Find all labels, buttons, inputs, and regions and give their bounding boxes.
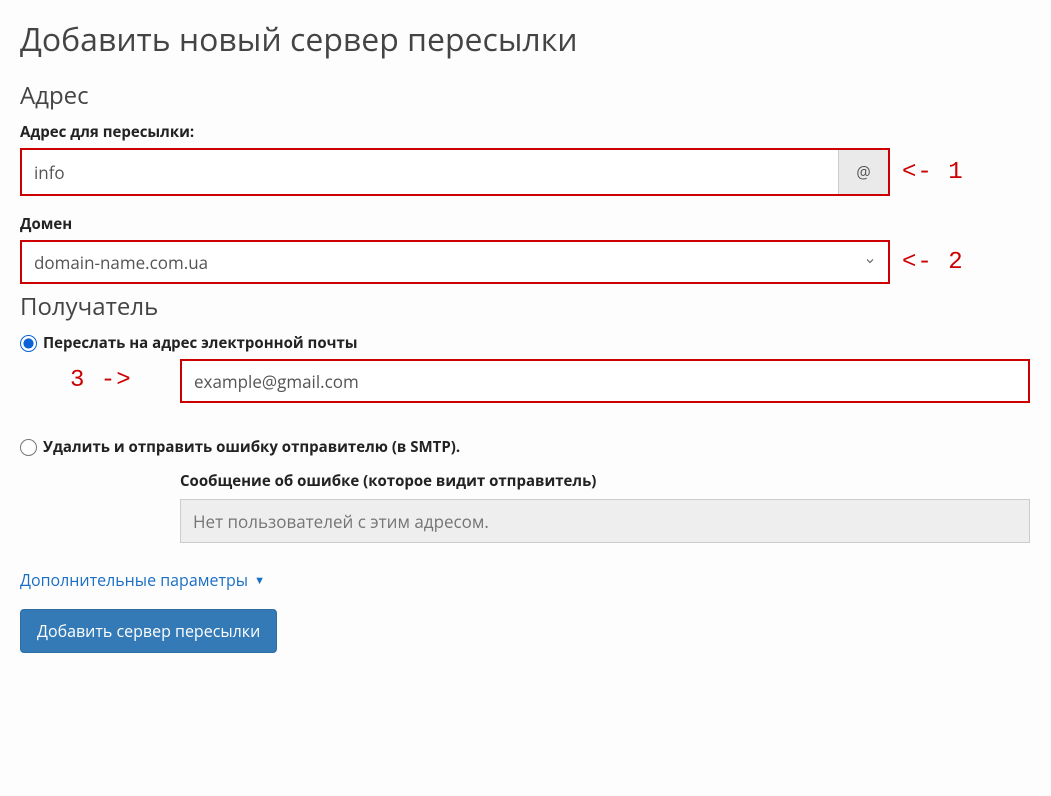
advanced-params-toggle[interactable]: Дополнительные параметры ▼ [20,569,265,591]
annotation-1: <- 1 [902,159,964,186]
radio-forward-email-label: Переслать на адрес электронной почты [43,333,358,353]
section-title-recipient: Получатель [20,290,1031,323]
forward-email-input[interactable] [180,359,1030,403]
caret-down-icon: ▼ [254,573,265,588]
domain-select[interactable]: domain-name.com.ua [20,240,890,284]
submit-button[interactable]: Добавить сервер пересылки [20,609,277,653]
error-message-label: Сообщение об ошибке (которое видит отпра… [180,471,1030,491]
domain-label: Домен [20,214,1031,234]
radio-delete-bounce[interactable] [20,439,37,456]
advanced-params-label: Дополнительные параметры [20,569,248,591]
forward-address-input[interactable] [22,150,838,194]
forward-address-label: Адрес для пересылки: [20,122,1031,142]
at-addon: @ [838,150,888,194]
forward-address-group: @ [20,148,890,196]
radio-forward-email[interactable] [20,335,37,352]
error-message-input [180,499,1030,543]
annotation-3: 3 -> [70,367,132,394]
annotation-2: <- 2 [902,249,964,276]
page-title: Добавить новый сервер пересылки [20,18,1031,61]
section-title-address: Адрес [20,79,1031,112]
radio-delete-bounce-label: Удалить и отправить ошибку отправителю (… [43,437,460,457]
